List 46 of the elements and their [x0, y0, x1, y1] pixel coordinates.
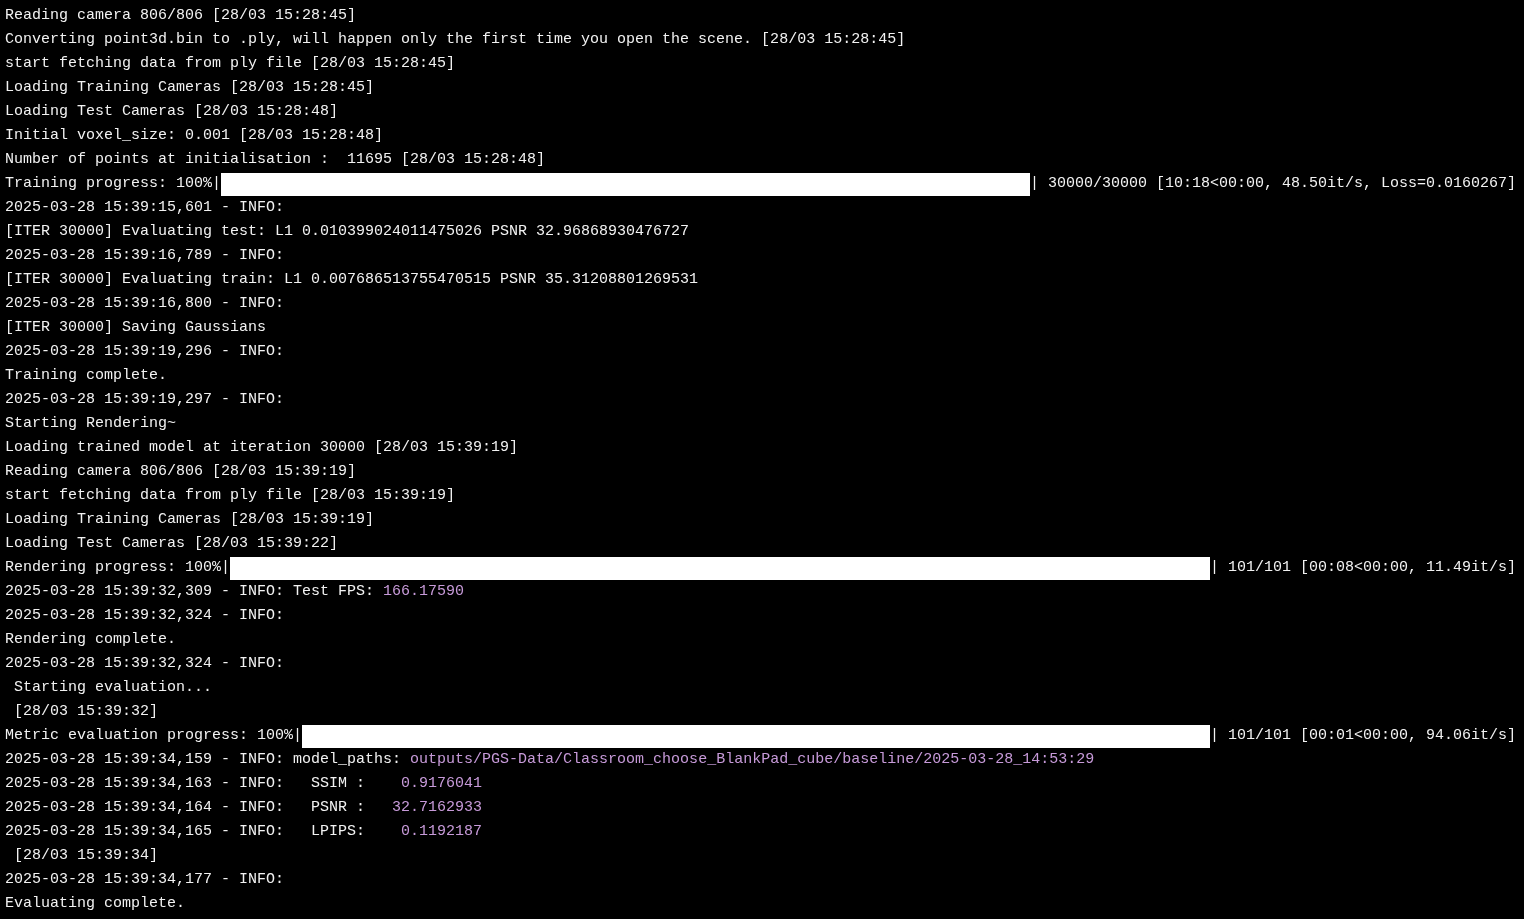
progress-label: Rendering progress: 100%|: [5, 558, 231, 578]
log-line: Number of points at initialisation : 11695 [28/03 15:28:48]: [5, 150, 546, 170]
log-line: Starting Rendering~: [5, 414, 177, 434]
log-line: Reading camera 806/806 [28/03 15:39:19]: [5, 462, 357, 482]
log-line: [ITER 30000] Evaluating test: L1 0.010399024011475026 PSNR 32.96868930476727: [5, 222, 690, 242]
log-line: Loading Training Cameras [28/03 15:39:19]: [5, 510, 375, 530]
log-line: Loading trained model at iteration 30000 [28/03 15:39:19]: [5, 438, 519, 458]
log-line: Reading camera 806/806 [28/03 15:28:45]: [5, 6, 357, 26]
progress-stats: | 101/101 [00:08<00:00, 11.49it/s]: [1209, 558, 1516, 578]
log-line: [28/03 15:39:32]: [13, 702, 159, 722]
log-line: 2025-03-28 15:39:16,800 - INFO:: [5, 294, 285, 314]
log-line: 2025-03-28 15:39:34,164 - INFO: PSNR :: [5, 798, 367, 818]
progress-stats: | 30000/30000 [10:18<00:00, 48.50it/s, Loss=0.0160267]: [1029, 174, 1516, 194]
log-value: 32.7162933: [392, 798, 483, 818]
log-line: 2025-03-28 15:39:32,324 - INFO:: [5, 606, 285, 626]
log-value: 0.1192187: [401, 822, 483, 842]
log-line: Initial voxel_size: 0.001 [28/03 15:28:48]: [5, 126, 384, 146]
log-line: [28/03 15:39:34]: [13, 846, 159, 866]
log-line: 2025-03-28 15:39:15,601 - INFO:: [5, 198, 285, 218]
log-line: 2025-03-28 15:39:34,177 - INFO:: [5, 870, 285, 890]
log-line: [ITER 30000] Saving Gaussians: [5, 318, 267, 338]
log-line: Loading Training Cameras [28/03 15:28:45]: [5, 78, 375, 98]
log-value: outputs/PGS-Data/Classroom_choose_BlankPad_cube/baseline/2025-03-28_14:53:29: [410, 750, 1095, 770]
log-line: 2025-03-28 15:39:34,159 - INFO: model_paths:: [5, 750, 403, 770]
log-line: 2025-03-28 15:39:34,163 - INFO: SSIM :: [5, 774, 367, 794]
progress-stats: | 101/101 [00:01<00:00, 94.06it/s]: [1209, 726, 1516, 746]
log-line: Rendering complete.: [5, 630, 177, 650]
log-line: 2025-03-28 15:39:19,296 - INFO:: [5, 342, 285, 362]
log-line: Loading Test Cameras [28/03 15:39:22]: [5, 534, 339, 554]
log-line: [ITER 30000] Evaluating train: L1 0.007686513755470515 PSNR 35.31208801269531: [5, 270, 699, 290]
log-line: 2025-03-28 15:39:19,297 - INFO:: [5, 390, 285, 410]
log-line: 2025-03-28 15:39:34,165 - INFO: LPIPS:: [5, 822, 367, 842]
log-line: Training complete.: [5, 366, 168, 386]
log-value: 166.17590: [383, 582, 465, 602]
progress-label: Training progress: 100%|: [5, 174, 222, 194]
log-line: Converting point3d.bin to .ply, will happen only the first time you open the scene. [28/03 15:28:45]: [5, 30, 906, 50]
progress-label: Metric evaluation progress: 100%|: [5, 726, 303, 746]
log-line: 2025-03-28 15:39:16,789 - INFO:: [5, 246, 285, 266]
log-line: Starting evaluation...: [13, 678, 213, 698]
log-line: Evaluating complete.: [5, 894, 186, 914]
log-value: 0.9176041: [401, 774, 483, 794]
log-line: 2025-03-28 15:39:32,324 - INFO:: [5, 654, 285, 674]
log-line: Loading Test Cameras [28/03 15:28:48]: [5, 102, 339, 122]
log-line: 2025-03-28 15:39:32,309 - INFO: Test FPS:: [5, 582, 376, 602]
log-line: start fetching data from ply file [28/03 15:39:19]: [5, 486, 456, 506]
log-line: start fetching data from ply file [28/03 15:28:45]: [5, 54, 456, 74]
